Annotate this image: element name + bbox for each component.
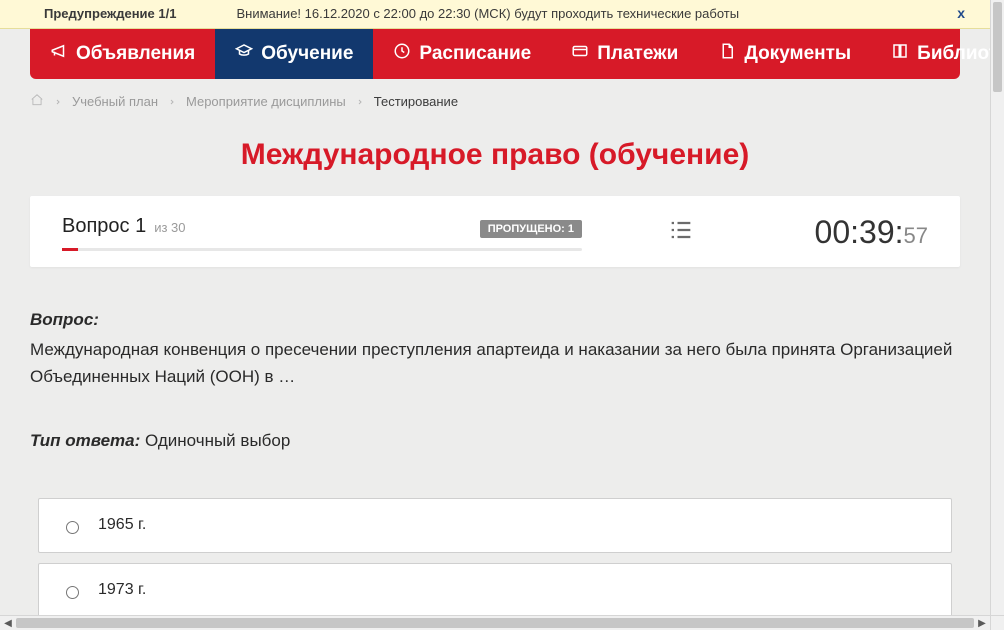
nav-payments-label: Платежи xyxy=(597,43,678,65)
answer-type-value: Одиночный выбор xyxy=(140,431,290,450)
chevron-right-icon xyxy=(356,94,364,109)
graduation-cap-icon xyxy=(235,42,253,66)
timer: 00:39: 57 xyxy=(815,214,928,251)
question-total: из 30 xyxy=(154,220,185,235)
nav-announcements[interactable]: Объявления xyxy=(30,29,215,79)
breadcrumb-event[interactable]: Мероприятие дисциплины xyxy=(186,94,346,109)
megaphone-icon xyxy=(50,42,68,66)
scroll-right-icon[interactable]: ▶ xyxy=(974,616,990,630)
question-number: Вопрос 1 xyxy=(62,215,146,238)
option-1[interactable]: 1965 г. xyxy=(38,498,952,553)
nav-library[interactable]: Библиотека xyxy=(871,29,990,79)
breadcrumb-plan[interactable]: Учебный план xyxy=(72,94,158,109)
option-1-radio[interactable] xyxy=(66,521,79,534)
question-area: Вопрос: Международная конвенция о пресеч… xyxy=(30,307,960,615)
skipped-badge: ПРОПУЩЕНО: 1 xyxy=(480,220,582,238)
main-nav: Объявления Обучение Расписание Платежи Д… xyxy=(30,29,960,79)
horizontal-scrollbar[interactable]: ◀ ▶ xyxy=(0,615,990,630)
nav-documents-label: Документы xyxy=(744,43,851,65)
card-icon xyxy=(571,42,589,66)
warning-bar: Предупреждение 1/1 Внимание! 16.12.2020 … xyxy=(0,0,990,29)
question-label: Вопрос: xyxy=(30,310,99,329)
scroll-left-icon[interactable]: ◀ xyxy=(0,616,16,630)
nav-learning-label: Обучение xyxy=(261,43,353,65)
options-list: 1965 г. 1973 г. xyxy=(38,498,952,615)
option-2-label: 1973 г. xyxy=(98,578,146,603)
option-2[interactable]: 1973 г. xyxy=(38,563,952,615)
breadcrumb-current: Тестирование xyxy=(374,94,458,109)
progress-fill xyxy=(62,248,78,251)
status-bar: Вопрос 1 из 30 ПРОПУЩЕНО: 1 00:39: 57 xyxy=(30,196,960,267)
book-icon xyxy=(891,42,909,66)
nav-schedule[interactable]: Расписание xyxy=(373,29,551,79)
option-1-label: 1965 г. xyxy=(98,513,146,538)
option-2-radio[interactable] xyxy=(66,586,79,599)
clock-icon xyxy=(393,42,411,66)
chevron-right-icon xyxy=(168,94,176,109)
home-icon[interactable] xyxy=(30,93,44,110)
warning-title: Предупреждение 1/1 xyxy=(44,6,176,21)
timer-seconds: 57 xyxy=(904,223,928,249)
scrollbar-corner xyxy=(990,615,1004,630)
file-icon xyxy=(718,42,736,66)
question-list-icon[interactable] xyxy=(667,216,695,249)
vertical-scroll-thumb[interactable] xyxy=(993,2,1002,92)
nav-documents[interactable]: Документы xyxy=(698,29,871,79)
question-text: Международная конвенция о пресечении пре… xyxy=(30,337,960,390)
warning-message: Внимание! 16.12.2020 с 22:00 до 22:30 (М… xyxy=(236,6,976,21)
vertical-scrollbar[interactable] xyxy=(990,0,1004,615)
nav-payments[interactable]: Платежи xyxy=(551,29,698,79)
nav-learning[interactable]: Обучение xyxy=(215,29,373,79)
breadcrumb: Учебный план Мероприятие дисциплины Тест… xyxy=(30,93,960,110)
nav-schedule-label: Расписание xyxy=(419,43,531,65)
progress-bar xyxy=(62,248,582,251)
horizontal-scroll-thumb[interactable] xyxy=(16,618,974,628)
answer-type-label: Тип ответа: xyxy=(30,431,140,450)
timer-main: 00:39: xyxy=(815,214,904,251)
nav-announcements-label: Объявления xyxy=(76,43,195,65)
close-icon[interactable]: x xyxy=(957,5,965,21)
nav-library-label: Библиотека xyxy=(917,43,990,65)
page-title: Международное право (обучение) xyxy=(0,138,990,172)
chevron-right-icon xyxy=(54,94,62,109)
